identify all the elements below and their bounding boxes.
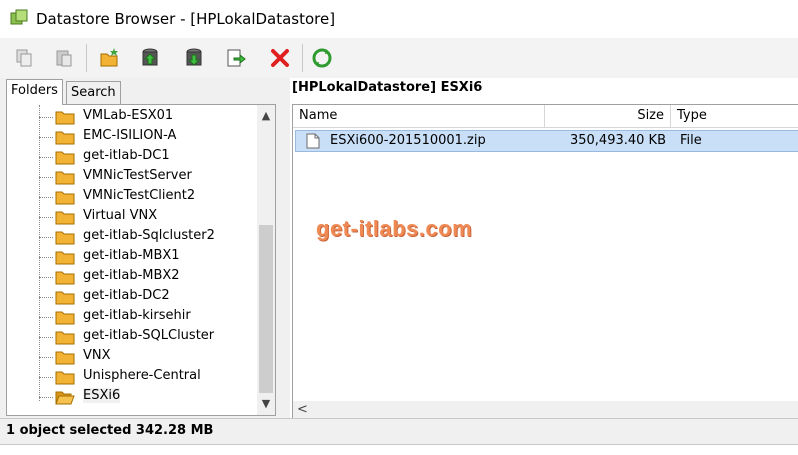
open-folder-icon [55, 391, 75, 405]
title-bar: Datastore Browser - [HPLokalDatastore] [0, 0, 798, 38]
folder-icon [55, 371, 75, 385]
file-name: ESXi600-201510001.zip [330, 133, 486, 148]
folder-icon [55, 351, 75, 365]
tree-item-get-itlab-dc1[interactable]: get-itlab-DC1 [7, 147, 255, 167]
folder-icon [55, 311, 75, 325]
folder-icon [55, 131, 75, 145]
tree-item-vmnictestserver[interactable]: VMNicTestServer [7, 167, 255, 187]
status-text: 1 object selected 342.28 MB [6, 423, 214, 438]
toolbar-separator [86, 44, 87, 72]
watermark: get-itlabs.com [316, 216, 473, 241]
folder-icon [55, 111, 75, 125]
tree-item-label: get-itlab-DC1 [83, 148, 170, 163]
tree-item-label: get-itlab-Sqlcluster2 [83, 228, 215, 243]
download-button[interactable] [180, 44, 208, 72]
left-pane: Folders Search VMLab-ESX01 EMC-ISILION-A… [0, 78, 290, 418]
tree-item-get-itlab-kirsehir[interactable]: get-itlab-kirsehir [7, 307, 255, 327]
tree-item-get-itlab-dc2[interactable]: get-itlab-DC2 [7, 287, 255, 307]
tree-item-label: get-itlab-MBX2 [83, 268, 180, 283]
folder-icon [55, 291, 75, 305]
tree-item-vmlab-esx01[interactable]: VMLab-ESX01 [7, 107, 255, 127]
toolbar [0, 38, 798, 78]
folder-icon [55, 231, 75, 245]
tree-item-virtual-vnx[interactable]: Virtual VNX [7, 207, 255, 227]
tree-item-label: ESXi6 [83, 388, 121, 403]
refresh-button[interactable] [308, 44, 336, 72]
toolbar-separator [302, 44, 303, 72]
tree-item-esxi6[interactable]: ESXi6 [7, 387, 255, 407]
tree-item-label: get-itlab-MBX1 [83, 248, 180, 263]
scroll-left-icon[interactable]: < [297, 401, 308, 419]
tree-item-emc-isilion-a[interactable]: EMC-ISILION-A [7, 127, 255, 147]
folder-icon [55, 271, 75, 285]
tree-item-get-itlab-sqlcluster2[interactable]: get-itlab-Sqlcluster2 [7, 227, 255, 247]
tree-item-get-itlab-sqlcluster[interactable]: get-itlab-SQLCluster [7, 327, 255, 347]
folder-icon [55, 211, 75, 225]
folder-icon [55, 151, 75, 165]
tree-vertical-scrollbar[interactable]: ▲ ▼ [257, 105, 275, 415]
tree-item-vmnictestclient2[interactable]: VMNicTestClient2 [7, 187, 255, 207]
file-list: Name Size Type ESXi600-201510001.zip 350… [292, 104, 798, 420]
tree-item-get-itlab-mbx2[interactable]: get-itlab-MBX2 [7, 267, 255, 287]
paste-button[interactable] [50, 44, 78, 72]
file-type: File [680, 133, 702, 148]
tree-item-unisphere-central[interactable]: Unisphere-Central [7, 367, 255, 387]
current-path-title: [HPLokalDatastore] ESXi6 [292, 80, 483, 95]
datastore-app-icon [10, 9, 28, 25]
copy-button[interactable] [10, 44, 38, 72]
download-icon [186, 48, 202, 66]
tree-item-label: VMNicTestClient2 [83, 188, 196, 203]
tree-item-label: get-itlab-SQLCluster [83, 328, 215, 343]
table-row[interactable]: ESXi600-201510001.zip 350,493.40 KB File [295, 130, 798, 152]
folder-icon [55, 331, 75, 345]
tree-item-label: VMLab-ESX01 [83, 108, 174, 123]
background-window-strip [0, 444, 798, 455]
tree-item-label: get-itlab-DC2 [83, 288, 170, 303]
tree-item-label: VNX [83, 348, 111, 363]
window-title: Datastore Browser - [HPLokalDatastore] [36, 10, 336, 28]
tab-folders[interactable]: Folders [6, 79, 63, 105]
delete-button[interactable] [266, 44, 294, 72]
paste-icon [56, 50, 72, 67]
file-size: 350,493.40 KB [569, 133, 666, 148]
folder-icon [55, 251, 75, 265]
new-folder-button[interactable] [96, 44, 124, 72]
tree-item-get-itlab-mbx1[interactable]: get-itlab-MBX1 [7, 247, 255, 267]
scroll-up-icon[interactable]: ▲ [257, 107, 275, 125]
refresh-icon [312, 48, 332, 68]
column-header-size[interactable]: Size [545, 105, 671, 127]
scrollbar-thumb[interactable] [259, 225, 273, 393]
tree-item-vnx[interactable]: VNX [7, 347, 255, 367]
new-folder-icon [100, 48, 118, 67]
folder-tree: VMLab-ESX01 EMC-ISILION-A get-itlab-DC1 … [6, 104, 276, 416]
status-bar: 1 object selected 342.28 MB [0, 418, 798, 445]
column-header-name[interactable]: Name [293, 105, 545, 127]
copy-icon [16, 49, 32, 67]
list-horizontal-scrollbar[interactable]: < [293, 401, 798, 419]
tree-item-label: EMC-ISILION-A [83, 128, 177, 143]
folder-icon [55, 171, 75, 185]
tab-search[interactable]: Search [66, 81, 121, 104]
tree-item-label: VMNicTestServer [83, 168, 192, 183]
delete-icon [271, 49, 289, 67]
upload-icon [142, 48, 158, 66]
tree-item-label: get-itlab-kirsehir [83, 308, 191, 323]
move-button[interactable] [222, 44, 250, 72]
upload-button[interactable] [136, 44, 164, 72]
file-icon [306, 133, 320, 149]
column-header-type[interactable]: Type [671, 105, 798, 127]
tree-item-label: Virtual VNX [83, 208, 158, 223]
list-header: Name Size Type [293, 105, 798, 128]
tree-item-label: Unisphere-Central [83, 368, 201, 383]
move-icon [227, 49, 246, 67]
scroll-down-icon[interactable]: ▼ [257, 395, 275, 413]
folder-icon [55, 191, 75, 205]
